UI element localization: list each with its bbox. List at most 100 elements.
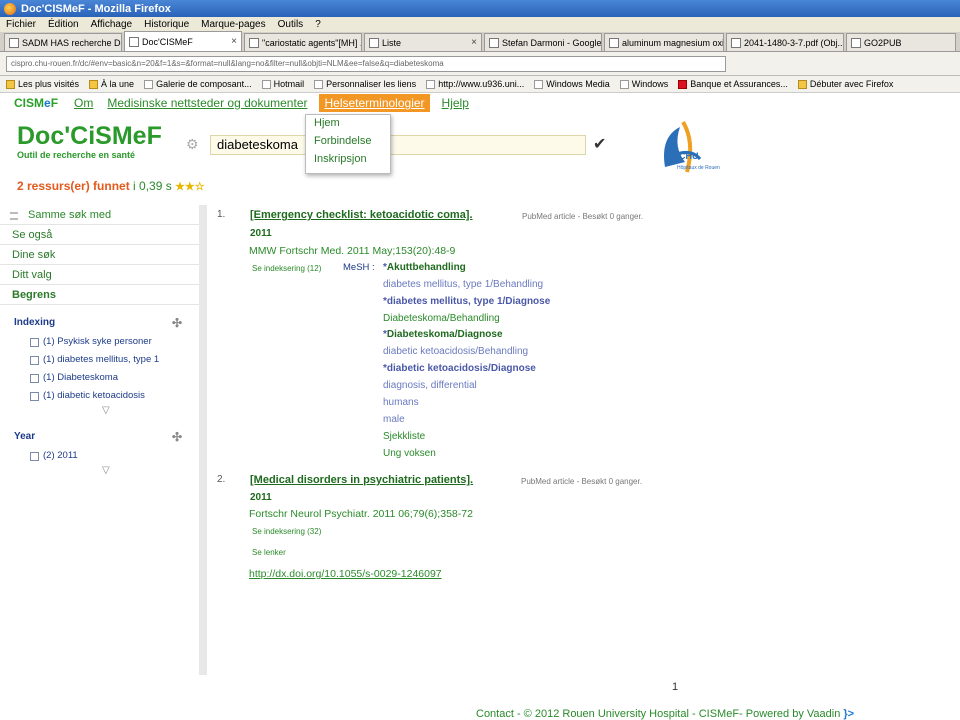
mesh-term-text: Akuttbehandling [386,262,466,273]
vaadin-icon: }> [843,708,855,720]
mesh-term[interactable]: *diabetes mellitus, type 1/Diagnose [383,296,550,307]
mesh-term[interactable]: *diabetic ketoacidosis/Diagnose [383,363,536,374]
sidebar-se-ogsa[interactable]: Se også [0,225,199,245]
drag-handle-icon[interactable] [10,212,18,220]
dropdown-item-forbindelse[interactable]: Forbindelse [306,133,390,151]
result-number: 1. [217,209,226,220]
dropdown-item-inskripsjon[interactable]: Inskripsjon [306,151,390,169]
checkbox[interactable] [30,373,39,383]
mesh-term[interactable]: male [383,414,405,425]
tab-liste[interactable]: Liste × [364,33,482,51]
sidebar-ditt-valg[interactable]: Ditt valg [0,265,199,285]
mesh-term[interactable]: diabetes mellitus, type 1/Behandling [383,279,543,290]
settings-icon[interactable]: ⚙ [186,136,202,152]
tab-aluminum[interactable]: aluminum magnesium oxide× [604,33,724,51]
menu-affichage[interactable]: Affichage [91,19,133,30]
footer-text: Contact - © 2012 Rouen University Hospit… [476,708,841,720]
logo-shape [664,127,685,167]
menu-edition[interactable]: Édition [48,19,79,30]
nav-om[interactable]: Om [72,94,95,112]
page-icon [261,79,271,89]
mesh-term[interactable]: Ung voksen [383,448,436,459]
nav-helseterminologier[interactable]: Helseterminologier [319,94,430,112]
checkbox[interactable] [30,391,39,401]
tab-go2pub[interactable]: GO2PUB [846,33,956,51]
result-title-link[interactable]: [Emergency checklist: ketoacidotic coma]… [250,209,473,221]
bookmark-item[interactable]: Débuter avec Firefox [797,79,893,89]
mesh-term[interactable]: Diabeteskoma/Behandling [383,313,500,324]
mesh-term[interactable]: humans [383,397,419,408]
tab-label: GO2PUB [864,37,902,48]
sidebar-dine-sok[interactable]: Dine søk [0,245,199,265]
bookmark-label: Personnaliser les liens [326,79,417,89]
bookmark-item[interactable]: Windows [619,79,668,89]
close-icon[interactable]: × [467,37,477,48]
mesh-term[interactable]: Sjekkliste [383,431,425,442]
result-title-link[interactable]: [Medical disorders in psychiatric patien… [250,474,473,486]
checkbox[interactable] [30,355,39,365]
folder-icon [6,79,15,89]
menu-help[interactable]: ? [315,19,321,30]
bookmark-label: Banque et Assurances... [690,79,788,89]
see-indexing-link[interactable]: Se indeksering (32) [252,527,321,536]
mesh-term-text: diagnosis, differential [383,380,477,391]
bookmark-item[interactable]: Hotmail [261,79,304,89]
tab-google[interactable]: Stefan Darmoni - Google ...× [484,33,602,51]
menu-marque-pages[interactable]: Marque-pages [201,19,265,30]
url-field[interactable]: cispro.chu-rouen.fr/dc/#env=basic&n=20&f… [6,55,726,72]
see-links-link[interactable]: Se lenker [252,548,286,557]
mesh-term[interactable]: *Diabeteskoma/Diagnose [383,329,503,340]
page-icon [249,37,259,48]
checkbox[interactable] [30,337,39,347]
expand-more-icon[interactable]: ▽ [0,405,199,419]
move-icon[interactable]: ✣ [172,316,182,330]
facet-item[interactable]: (2) 2011 [0,447,199,465]
page-icon [609,37,619,48]
nav-medisinske[interactable]: Medisinske nettsteder og dokumenter [105,94,309,112]
tab-label: 2041-1480-3-7.pdf (Obj... [744,37,844,48]
expand-more-icon[interactable]: ▽ [0,465,199,479]
bookmark-item[interactable]: Galerie de composant... [144,79,252,89]
mesh-term[interactable]: *Akuttbehandling [383,262,466,273]
facet-indexing-title: Indexing ✣ [0,316,199,333]
sidebar-samme-sok[interactable]: Samme søk med [0,205,199,225]
checkbox[interactable] [30,451,39,461]
brand-logo-text[interactable]: CISMeF [14,96,58,110]
page-icon [9,37,19,48]
sidebar-begrens[interactable]: Begrens [0,285,199,305]
bookmark-item[interactable]: À la une [89,79,134,89]
pagination-page-1[interactable]: 1 [672,681,678,693]
sidebar: Samme søk med Se også Dine søk Ditt valg… [0,205,207,675]
bookmark-label: À la une [101,79,135,89]
menu-fichier[interactable]: Fichier [6,19,36,30]
result-source: Fortschr Neurol Psychiatr. 2011 06;79(6)… [249,508,473,520]
bookmark-item[interactable]: Banque et Assurances... [678,79,788,89]
doccismef-logo[interactable]: Doc'CiSMeF Outil de recherche en santé [17,122,177,162]
facet-item[interactable]: (1) Psykisk syke personer [0,333,199,351]
menu-historique[interactable]: Historique [144,19,189,30]
facet-label: (1) Diabeteskoma [43,372,118,383]
facet-item[interactable]: (1) diabetic ketoacidosis [0,387,199,405]
submit-check-icon[interactable]: ✔ [593,134,606,154]
bookmark-item[interactable]: Windows Media [534,79,610,89]
facet-item[interactable]: (1) Diabeteskoma [0,369,199,387]
bookmark-item[interactable]: http://www.u936.uni... [426,79,524,89]
tab-sadm[interactable]: SADM HAS recherche Do...× [4,33,122,51]
tab-doccismef[interactable]: Doc'CISMeF × [124,31,242,51]
dropdown-item-hjem[interactable]: Hjem [306,115,390,133]
see-indexing-link[interactable]: Se indeksering (12) [252,264,321,273]
doi-link[interactable]: http://dx.doi.org/10.1055/s-0029-1246097 [249,568,442,580]
tab-pdf[interactable]: 2041-1480-3-7.pdf (Obj...× [726,33,844,51]
nav-hjelp[interactable]: Hjelp [440,94,471,112]
search-input[interactable]: diabeteskoma [210,135,586,155]
tab-cariostatic[interactable]: "cariostatic agents"[MH] ...× [244,33,362,51]
mesh-term[interactable]: diagnosis, differential [383,380,477,391]
close-icon[interactable]: × [227,36,237,47]
menu-outils[interactable]: Outils [278,19,304,30]
bookmark-item[interactable]: Personnaliser les liens [314,79,416,89]
mesh-term[interactable]: diabetic ketoacidosis/Behandling [383,346,528,357]
browser-window: { "window": { "title": "Doc'CISMeF - Moz… [0,0,960,720]
bookmark-item[interactable]: Les plus visités [6,79,79,89]
facet-item[interactable]: (1) diabetes mellitus, type 1 [0,351,199,369]
move-icon[interactable]: ✣ [172,430,182,444]
